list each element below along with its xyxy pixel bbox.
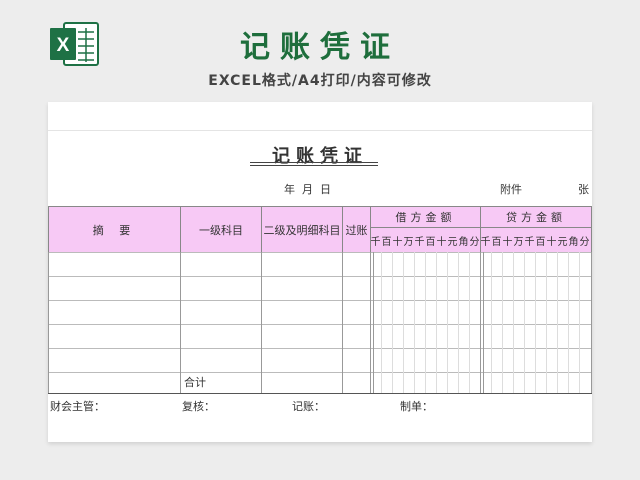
debit-digit-label: 千 <box>370 236 381 248</box>
header-posted: 过账 <box>342 206 371 253</box>
credit-digit-label: 万 <box>513 236 524 248</box>
attachment-label: 附件 <box>500 183 522 196</box>
header-debit-amount: 借方金额 <box>370 206 481 228</box>
column-line <box>342 252 343 393</box>
credit-digit-label: 十 <box>546 236 557 248</box>
debit-digit-label: 百 <box>381 236 392 248</box>
footer-bookkeeper: 记账： <box>292 400 325 413</box>
row-line <box>48 300 592 301</box>
digit-column-line <box>546 252 547 393</box>
column-line <box>261 252 262 393</box>
voucher-sheet: 记账凭证 年 月 日 附件 张 摘 要 一级科目 二级及明细科目 过账 借方金额… <box>48 102 592 442</box>
digit-column-line <box>414 252 415 393</box>
column-line <box>591 252 592 393</box>
sheets-unit-label: 张 <box>578 183 589 196</box>
debit-digit-label: 元 <box>447 236 458 248</box>
title-underline <box>250 165 378 166</box>
banner-subtitle: EXCEL格式/A4打印/内容可修改 <box>208 73 432 89</box>
row-line <box>48 252 592 253</box>
column-line <box>370 252 371 393</box>
date-label: 年 月 日 <box>284 183 331 196</box>
debit-digit-label: 角 <box>458 236 469 248</box>
digit-column-line <box>469 252 470 393</box>
credit-digit-label: 千 <box>524 236 535 248</box>
header-level1-account: 一级科目 <box>180 206 262 253</box>
digit-column-line <box>568 252 569 393</box>
digit-column-line <box>458 252 459 393</box>
digit-column-line <box>403 252 404 393</box>
credit-digit-label: 分 <box>579 236 590 248</box>
credit-digit-label: 百 <box>535 236 546 248</box>
digit-column-line <box>502 252 503 393</box>
digit-column-line <box>447 252 448 393</box>
row-line <box>48 372 592 373</box>
digit-column-line <box>425 252 426 393</box>
digit-column-line <box>381 252 382 393</box>
digit-column-line <box>557 252 558 393</box>
title-underline <box>250 162 378 163</box>
digit-column-line <box>513 252 514 393</box>
total-label: 合计 <box>184 376 206 389</box>
column-line <box>480 252 481 393</box>
header-credit-amount: 贷方金额 <box>480 206 592 228</box>
credit-digit-label: 十 <box>502 236 513 248</box>
credit-digit-label: 千 <box>480 236 491 248</box>
row-line <box>48 348 592 349</box>
footer-supervisor: 财会主管： <box>50 400 105 413</box>
header-summary: 摘 要 <box>48 206 181 253</box>
debit-digit-label: 十 <box>392 236 403 248</box>
footer-reviewer: 复核： <box>182 400 215 413</box>
debit-digit-label: 十 <box>436 236 447 248</box>
column-line <box>180 252 181 393</box>
debit-digit-label: 万 <box>403 236 414 248</box>
grid-line <box>48 130 592 131</box>
credit-digit-label: 百 <box>491 236 502 248</box>
column-line <box>373 252 374 393</box>
digit-column-line <box>579 252 580 393</box>
credit-digit-label: 角 <box>568 236 579 248</box>
digit-column-line <box>524 252 525 393</box>
digit-column-line <box>392 252 393 393</box>
banner-title: 记账凭证 <box>240 30 400 65</box>
footer-preparer: 制单： <box>400 400 433 413</box>
digit-column-line <box>535 252 536 393</box>
column-line <box>48 252 49 393</box>
row-line <box>48 324 592 325</box>
table-bottom-border <box>48 393 592 394</box>
debit-digit-label: 分 <box>469 236 480 248</box>
debit-digit-label: 百 <box>425 236 436 248</box>
digit-column-line <box>491 252 492 393</box>
digit-column-line <box>436 252 437 393</box>
debit-digit-label: 千 <box>414 236 425 248</box>
header-level2-account: 二级及明细科目 <box>261 206 343 253</box>
column-line <box>483 252 484 393</box>
credit-digit-label: 元 <box>557 236 568 248</box>
row-line <box>48 276 592 277</box>
